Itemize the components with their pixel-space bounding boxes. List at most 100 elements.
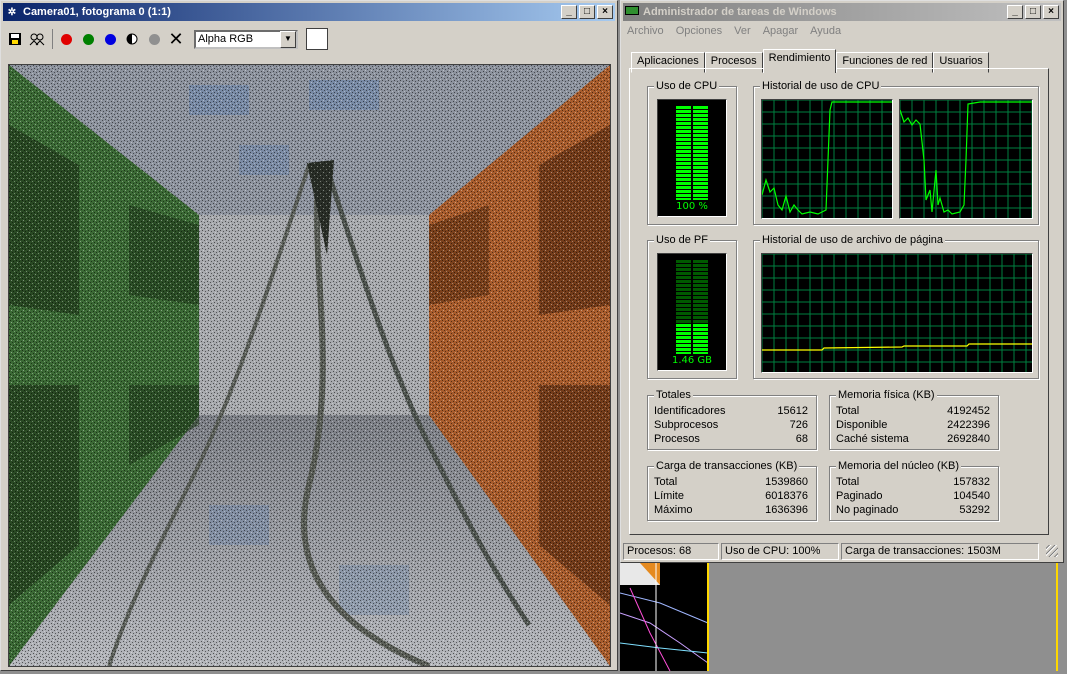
meter-segment: [693, 328, 708, 331]
meter-segment: [693, 134, 708, 137]
status-cpu: Uso de CPU: 100%: [721, 543, 839, 560]
clone-icon[interactable]: [27, 29, 47, 49]
row-value: 4192452: [947, 405, 990, 417]
row-value: 2692840: [947, 433, 990, 445]
row-value: 6018376: [765, 490, 808, 502]
render-titlebar[interactable]: ✲ Camera01, fotograma 0 (1:1) _ □ ×: [3, 3, 615, 21]
row-value: 68: [795, 433, 808, 445]
mono-channel-button[interactable]: [144, 29, 164, 49]
meter-segment: [693, 340, 708, 343]
meter-segment: [693, 280, 708, 283]
close-button[interactable]: ×: [1043, 5, 1059, 19]
cpu-history-group: Historial de uso de CPU: [753, 80, 1039, 225]
memoria-fisica-group: Memoria física (KB) Total 4192452 Disponi…: [829, 389, 999, 450]
carga-row: Máximo 1636396: [654, 504, 808, 516]
cpu-history-graph-2: [899, 99, 1033, 219]
green-channel-button[interactable]: [78, 29, 98, 49]
menu-archivo[interactable]: Archivo: [627, 25, 664, 37]
save-icon[interactable]: [5, 29, 25, 49]
meter-segment: [693, 348, 708, 351]
minimize-button[interactable]: _: [561, 5, 577, 19]
totales-row: Subprocesos 726: [654, 419, 808, 431]
meter-segment: [693, 138, 708, 141]
carga-transacciones-group: Carga de transacciones (KB) Total 1539860…: [647, 460, 817, 521]
meter-segment: [676, 182, 691, 185]
cpu-history-graph-1: [761, 99, 893, 219]
memoria-fisica-label: Memoria física (KB): [836, 389, 937, 401]
row-key: Identificadores: [654, 405, 726, 417]
color-swatch[interactable]: [306, 28, 328, 50]
maximize-button[interactable]: □: [579, 5, 595, 19]
performance-panel: Uso de CPU 100 % Historial de uso de CPU: [629, 68, 1049, 535]
meter-segment: [693, 198, 708, 201]
meter-segment: [676, 328, 691, 331]
meter-segment: [693, 300, 708, 303]
meter-segment: [676, 118, 691, 121]
meter-segment: [693, 332, 708, 335]
meter-segment: [676, 158, 691, 161]
row-key: Total: [654, 476, 678, 488]
meter-segment: [676, 110, 691, 113]
red-channel-button[interactable]: [56, 29, 76, 49]
taskmgr-statusbar: Procesos: 68 Uso de CPU: 100% Carga de t…: [623, 543, 1061, 560]
meter-segment: [676, 174, 691, 177]
meter-segment: [693, 158, 708, 161]
close-button[interactable]: ×: [597, 5, 613, 19]
meter-segment: [693, 336, 708, 339]
meter-segment: [693, 146, 708, 149]
tab-rendimiento[interactable]: Rendimiento: [762, 49, 837, 73]
meter-segment: [693, 292, 708, 295]
chevron-down-icon[interactable]: ▼: [280, 30, 296, 48]
row-key: Disponible: [836, 419, 888, 431]
meter-segment: [676, 280, 691, 283]
status-procesos: Procesos: 68: [623, 543, 719, 560]
meter-segment: [676, 296, 691, 299]
meter-segment: [693, 110, 708, 113]
clear-icon[interactable]: ✕: [166, 29, 186, 49]
meter-segment: [693, 118, 708, 121]
meter-segment: [676, 150, 691, 153]
channel-select[interactable]: Alpha RGB ▼: [194, 29, 298, 49]
meter-segment: [676, 300, 691, 303]
pf-history-label: Historial de uso de archivo de página: [760, 234, 946, 246]
meter-segment: [676, 198, 691, 201]
meter-segment: [676, 142, 691, 145]
meter-segment: [676, 166, 691, 169]
meter-segment: [676, 340, 691, 343]
resize-grip[interactable]: [1046, 545, 1058, 557]
cpu-history-canvas-2: [899, 99, 1033, 218]
row-key: Subprocesos: [654, 419, 719, 431]
alpha-channel-icon[interactable]: [122, 29, 142, 49]
meter-segment: [693, 114, 708, 117]
maximize-button[interactable]: □: [1025, 5, 1041, 19]
meter-segment: [676, 292, 691, 295]
cpu-usage-group: Uso de CPU 100 %: [647, 80, 737, 225]
meter-segment: [676, 324, 691, 327]
meter-segment: [676, 316, 691, 319]
menu-ayuda[interactable]: Ayuda: [810, 25, 841, 37]
meter-segment: [676, 272, 691, 275]
memoria-fisica-row: Total 4192452: [836, 405, 990, 417]
meter-segment: [693, 154, 708, 157]
meter-segment: [676, 134, 691, 137]
meter-segment: [676, 312, 691, 315]
meter-segment: [693, 316, 708, 319]
carga-transacciones-label: Carga de transacciones (KB): [654, 460, 800, 472]
menu-opciones[interactable]: Opciones: [676, 25, 722, 37]
minimize-button[interactable]: _: [1007, 5, 1023, 19]
menu-apagar[interactable]: Apagar: [763, 25, 798, 37]
max-app-icon: ✲: [7, 6, 17, 18]
row-value: 53292: [959, 504, 990, 516]
blue-channel-button[interactable]: [100, 29, 120, 49]
meter-segment: [676, 304, 691, 307]
taskmgr-titlebar[interactable]: Administrador de tareas de Windows _ □ ×: [623, 3, 1061, 21]
menu-ver[interactable]: Ver: [734, 25, 751, 37]
row-key: No paginado: [836, 504, 899, 516]
render-canvas: [9, 65, 610, 666]
meter-segment: [676, 146, 691, 149]
meter-segment: [693, 106, 708, 109]
meter-segment: [676, 260, 691, 263]
totales-row: Procesos 68: [654, 433, 808, 445]
memoria-nucleo-row: Paginado 104540: [836, 490, 990, 502]
meter-segment: [693, 260, 708, 263]
